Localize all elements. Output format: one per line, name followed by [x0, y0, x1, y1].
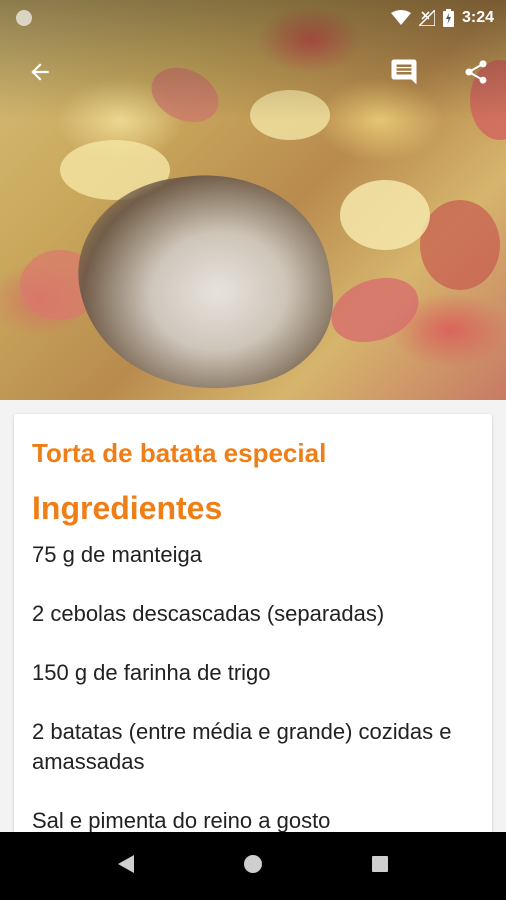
ingredient-item: 2 batatas (entre média e grande) cozidas…	[32, 719, 452, 774]
nav-recents-icon	[371, 855, 389, 878]
nav-recents-button[interactable]	[364, 850, 396, 882]
comment-icon	[389, 57, 419, 92]
back-arrow-icon	[27, 59, 53, 90]
comments-button[interactable]	[380, 50, 428, 98]
recipe-card: Torta de batata especial Ingredientes 75…	[14, 414, 492, 854]
back-button[interactable]	[16, 50, 64, 98]
ingredient-item: 150 g de farinha de trigo	[32, 660, 271, 685]
navigation-bar	[0, 832, 506, 900]
nav-back-icon	[117, 854, 135, 879]
notification-dot-icon	[16, 10, 32, 26]
ingredient-item: 2 cebolas descascadas (separadas)	[32, 601, 385, 626]
share-button[interactable]	[452, 50, 500, 98]
recipe-title: Torta de batata especial	[32, 438, 327, 468]
wifi-icon	[390, 10, 411, 26]
status-time: 3:24	[461, 9, 494, 26]
recipe-photo	[0, 0, 506, 400]
nav-home-button[interactable]	[237, 850, 269, 882]
nav-home-icon	[243, 854, 263, 879]
share-icon	[462, 58, 490, 91]
status-bar: 3:24	[0, 0, 506, 36]
no-signal-icon	[418, 10, 435, 26]
ingredient-list: 75 g de manteiga 2 cebolas descascadas (…	[32, 540, 474, 836]
battery-charging-icon	[442, 9, 454, 27]
nav-back-button[interactable]	[110, 850, 142, 882]
ingredient-item: 75 g de manteiga	[32, 542, 203, 567]
ingredients-heading: Ingredientes	[32, 490, 223, 526]
